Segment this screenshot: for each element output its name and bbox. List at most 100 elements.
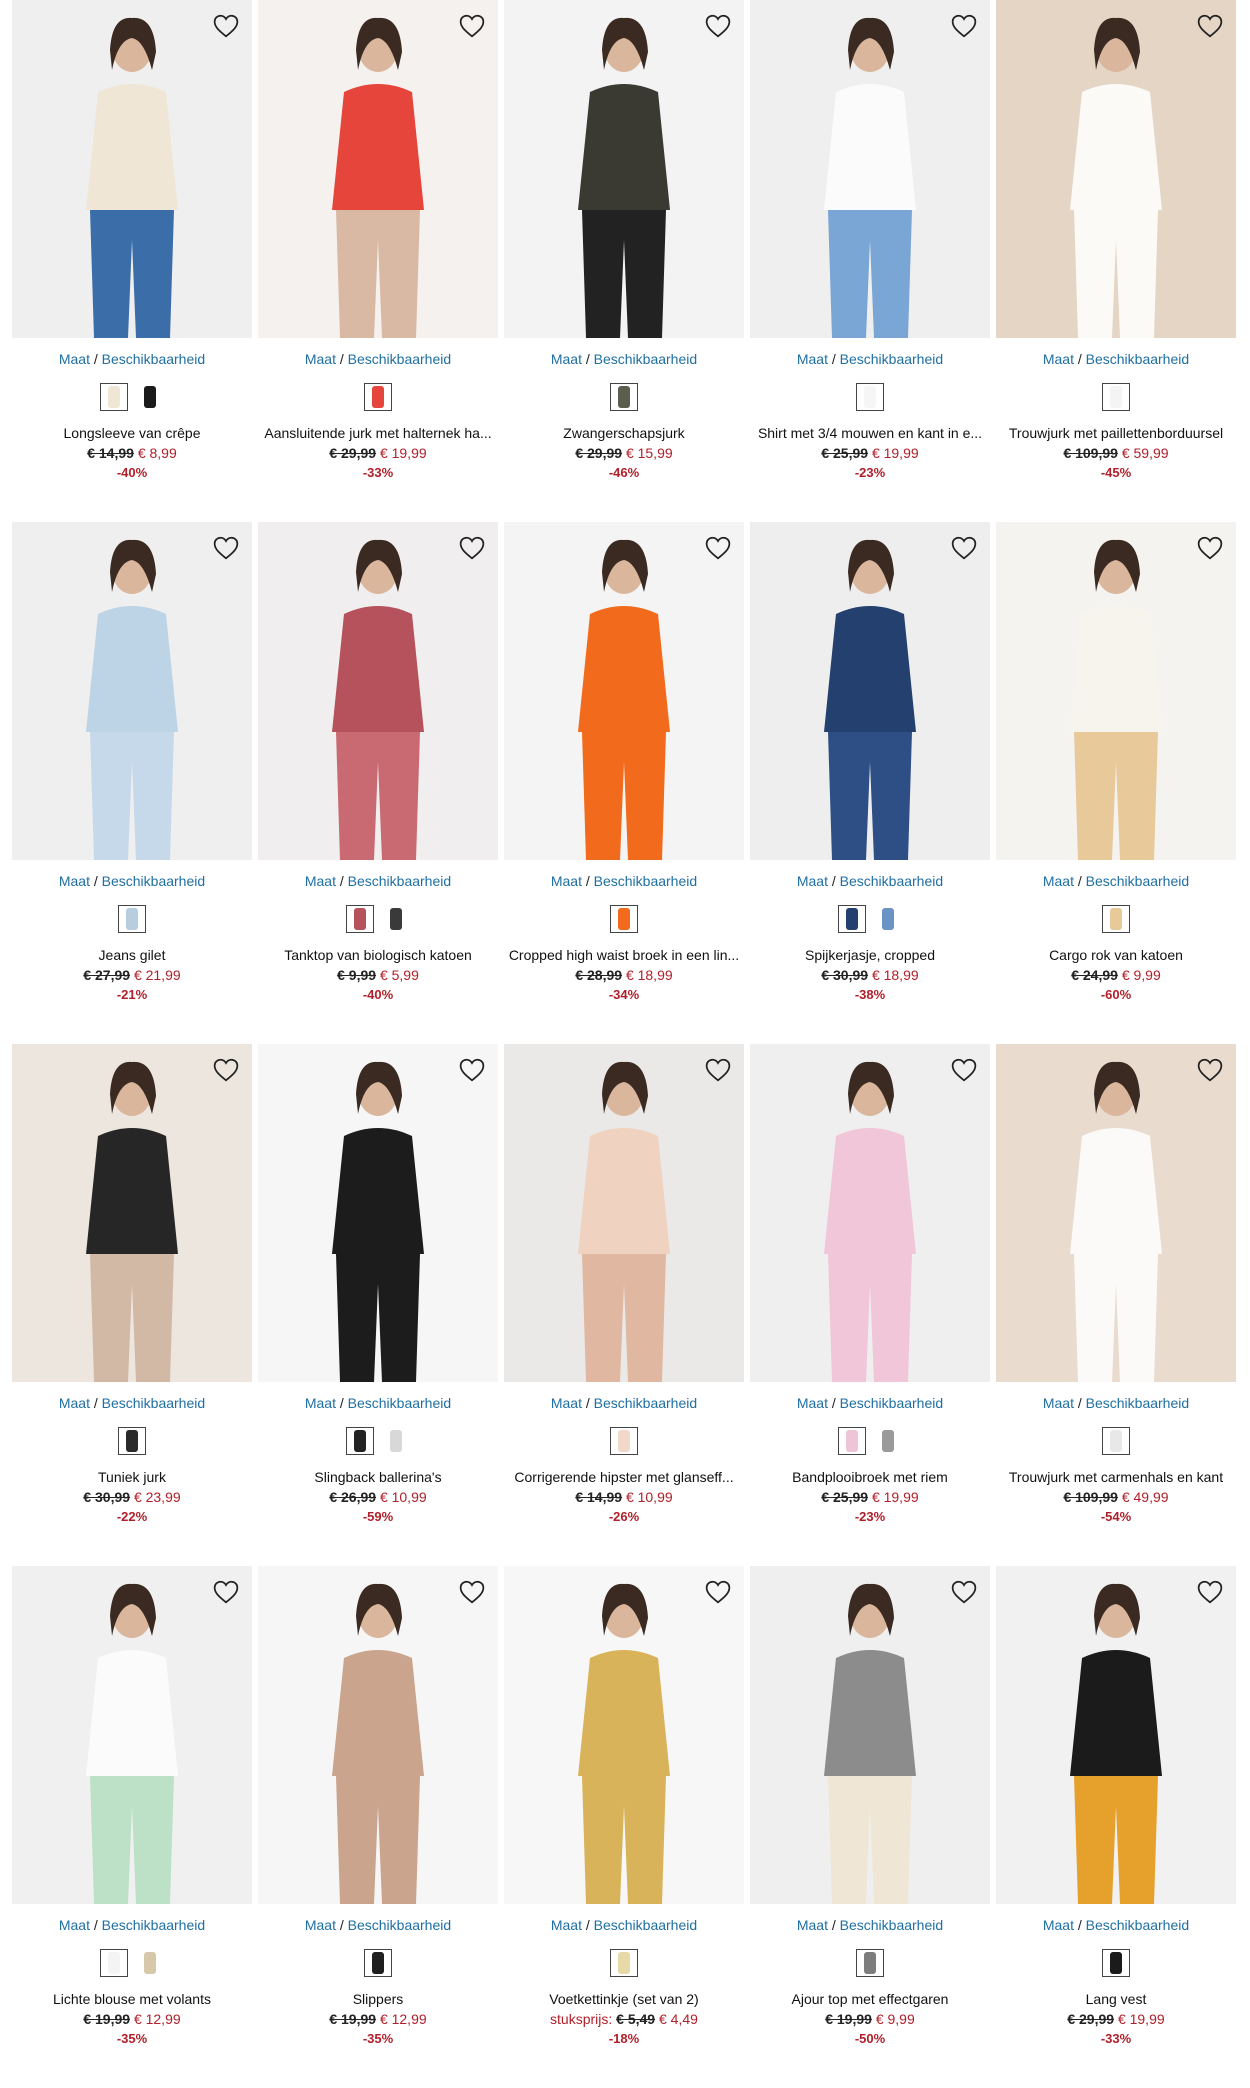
heart-icon[interactable] — [948, 10, 980, 42]
product-image[interactable] — [258, 0, 498, 338]
size-availability-link[interactable]: Maat / Beschikbaarheid — [750, 350, 990, 368]
heart-icon[interactable] — [456, 1576, 488, 1608]
heart-icon[interactable] — [210, 10, 242, 42]
color-swatch[interactable] — [346, 1427, 374, 1455]
color-swatch[interactable] — [610, 1427, 638, 1455]
heart-icon[interactable] — [1194, 1054, 1226, 1086]
product-card[interactable]: Maat / Beschikbaarheid Tuniek jurk € 30,99… — [12, 1044, 252, 1566]
color-swatch[interactable] — [100, 1949, 128, 1977]
size-availability-link[interactable]: Maat / Beschikbaarheid — [258, 1394, 498, 1412]
size-availability-link[interactable]: Maat / Beschikbaarheid — [750, 872, 990, 890]
size-availability-link[interactable]: Maat / Beschikbaarheid — [750, 1394, 990, 1412]
product-name[interactable]: Slingback ballerina's — [258, 1468, 498, 1486]
size-availability-link[interactable]: Maat / Beschikbaarheid — [258, 872, 498, 890]
product-image[interactable] — [996, 522, 1236, 860]
heart-icon[interactable] — [702, 10, 734, 42]
product-card[interactable]: Maat / Beschikbaarheid Longsleeve van crê… — [12, 0, 252, 522]
color-swatch[interactable] — [610, 905, 638, 933]
product-name[interactable]: Cropped high waist broek in een lin... — [504, 946, 744, 964]
product-card[interactable]: Maat / Beschikbaarheid Corrigerende hipst… — [504, 1044, 744, 1566]
color-swatch[interactable] — [364, 383, 392, 411]
heart-icon[interactable] — [948, 1576, 980, 1608]
product-image[interactable] — [504, 0, 744, 338]
product-card[interactable]: Maat / Beschikbaarheid Cargo rok van kato… — [996, 522, 1236, 1044]
product-image[interactable] — [996, 0, 1236, 338]
product-image[interactable] — [750, 522, 990, 860]
product-name[interactable]: Trouwjurk met carmenhals en kant — [996, 1468, 1236, 1486]
product-name[interactable]: Shirt met 3/4 mouwen en kant in e... — [750, 424, 990, 442]
size-availability-link[interactable]: Maat / Beschikbaarheid — [504, 872, 744, 890]
product-image[interactable] — [750, 1044, 990, 1382]
heart-icon[interactable] — [456, 10, 488, 42]
product-card[interactable]: Maat / Beschikbaarheid Shirt met 3/4 mouw… — [750, 0, 990, 522]
color-swatch[interactable] — [874, 1427, 902, 1455]
heart-icon[interactable] — [1194, 532, 1226, 564]
product-name[interactable]: Tanktop van biologisch katoen — [258, 946, 498, 964]
color-swatch[interactable] — [874, 905, 902, 933]
heart-icon[interactable] — [1194, 10, 1226, 42]
product-image[interactable] — [12, 1566, 252, 1904]
heart-icon[interactable] — [456, 532, 488, 564]
color-swatch[interactable] — [382, 1427, 410, 1455]
color-swatch[interactable] — [364, 1949, 392, 1977]
product-name[interactable]: Lichte blouse met volants — [12, 1990, 252, 2008]
size-availability-link[interactable]: Maat / Beschikbaarheid — [996, 872, 1236, 890]
product-name[interactable]: Zwangerschapsjurk — [504, 424, 744, 442]
size-availability-link[interactable]: Maat / Beschikbaarheid — [504, 1916, 744, 1934]
size-availability-link[interactable]: Maat / Beschikbaarheid — [12, 1916, 252, 1934]
product-name[interactable]: Corrigerende hipster met glanseff... — [504, 1468, 744, 1486]
product-image[interactable] — [750, 0, 990, 338]
product-image[interactable] — [12, 1044, 252, 1382]
heart-icon[interactable] — [702, 1576, 734, 1608]
product-card[interactable]: Maat / Beschikbaarheid Aansluitende jurk … — [258, 0, 498, 522]
product-card[interactable]: Maat / Beschikbaarheid Tanktop van biolog… — [258, 522, 498, 1044]
product-card[interactable]: Maat / Beschikbaarheid Trouwjurk met carm… — [996, 1044, 1236, 1566]
product-name[interactable]: Aansluitende jurk met halternek ha... — [258, 424, 498, 442]
size-availability-link[interactable]: Maat / Beschikbaarheid — [12, 1394, 252, 1412]
heart-icon[interactable] — [210, 1576, 242, 1608]
product-card[interactable]: Maat / Beschikbaarheid Zwangerschapsjurk €… — [504, 0, 744, 522]
heart-icon[interactable] — [210, 1054, 242, 1086]
heart-icon[interactable] — [456, 1054, 488, 1086]
product-name[interactable]: Jeans gilet — [12, 946, 252, 964]
color-swatch[interactable] — [1102, 1427, 1130, 1455]
product-image[interactable] — [996, 1566, 1236, 1904]
size-availability-link[interactable]: Maat / Beschikbaarheid — [996, 350, 1236, 368]
product-image[interactable] — [258, 522, 498, 860]
size-availability-link[interactable]: Maat / Beschikbaarheid — [258, 1916, 498, 1934]
product-image[interactable] — [258, 1566, 498, 1904]
size-availability-link[interactable]: Maat / Beschikbaarheid — [258, 350, 498, 368]
size-availability-link[interactable]: Maat / Beschikbaarheid — [996, 1394, 1236, 1412]
product-card[interactable]: Maat / Beschikbaarheid Cropped high waist… — [504, 522, 744, 1044]
product-name[interactable]: Tuniek jurk — [12, 1468, 252, 1486]
color-swatch[interactable] — [1102, 383, 1130, 411]
color-swatch[interactable] — [1102, 905, 1130, 933]
heart-icon[interactable] — [948, 1054, 980, 1086]
product-image[interactable] — [750, 1566, 990, 1904]
product-image[interactable] — [12, 0, 252, 338]
product-image[interactable] — [504, 1566, 744, 1904]
color-swatch[interactable] — [100, 383, 128, 411]
color-swatch[interactable] — [118, 1427, 146, 1455]
product-name[interactable]: Spijkerjasje, cropped — [750, 946, 990, 964]
heart-icon[interactable] — [948, 532, 980, 564]
color-swatch[interactable] — [838, 905, 866, 933]
product-name[interactable]: Lang vest — [996, 1990, 1236, 2008]
size-availability-link[interactable]: Maat / Beschikbaarheid — [504, 1394, 744, 1412]
size-availability-link[interactable]: Maat / Beschikbaarheid — [750, 1916, 990, 1934]
size-availability-link[interactable]: Maat / Beschikbaarheid — [996, 1916, 1236, 1934]
product-card[interactable]: Maat / Beschikbaarheid Bandplooibroek met… — [750, 1044, 990, 1566]
product-image[interactable] — [504, 522, 744, 860]
product-name[interactable]: Slippers — [258, 1990, 498, 2008]
size-availability-link[interactable]: Maat / Beschikbaarheid — [504, 350, 744, 368]
heart-icon[interactable] — [210, 532, 242, 564]
color-swatch[interactable] — [136, 1949, 164, 1977]
product-image[interactable] — [12, 522, 252, 860]
color-swatch[interactable] — [136, 383, 164, 411]
color-swatch[interactable] — [610, 1949, 638, 1977]
product-name[interactable]: Longsleeve van crêpe — [12, 424, 252, 442]
product-card[interactable]: Maat / Beschikbaarheid Spijkerjasje, crop… — [750, 522, 990, 1044]
color-swatch[interactable] — [346, 905, 374, 933]
product-card[interactable]: Maat / Beschikbaarheid Slingback ballerin… — [258, 1044, 498, 1566]
product-card[interactable]: Maat / Beschikbaarheid Jeans gilet € 27,99… — [12, 522, 252, 1044]
